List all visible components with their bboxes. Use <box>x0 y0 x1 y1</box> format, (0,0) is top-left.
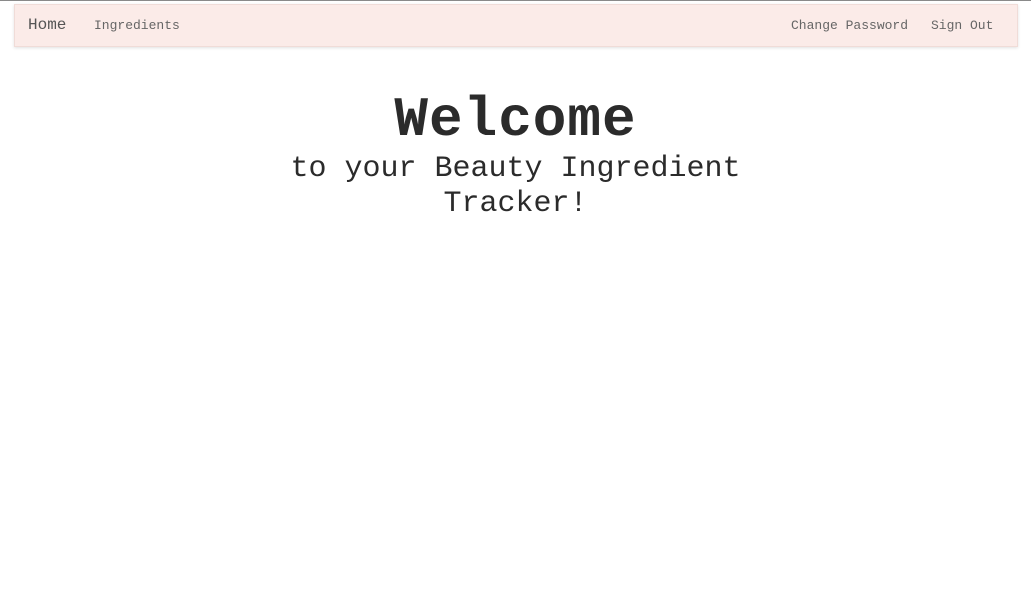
welcome-heading: Welcome <box>394 88 637 152</box>
nav-change-password-link[interactable]: Change Password <box>791 18 908 33</box>
nav-ingredients-link[interactable]: Ingredients <box>94 18 180 33</box>
top-navbar: Home Ingredients Change Password Sign Ou… <box>14 4 1018 47</box>
welcome-subheading: to your Beauty Ingredient Tracker! <box>290 152 741 221</box>
welcome-hero: Welcome to your Beauty Ingredient Tracke… <box>0 88 1031 222</box>
window-top-border <box>0 0 1031 1</box>
nav-home-link[interactable]: Home <box>28 16 66 34</box>
nav-sign-out-link[interactable]: Sign Out <box>931 18 993 33</box>
